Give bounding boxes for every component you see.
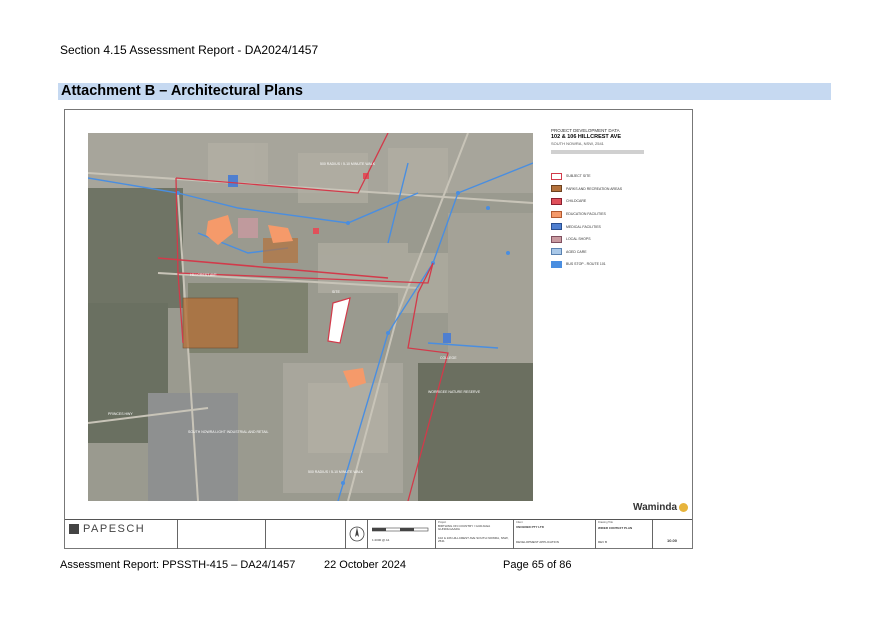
north-cell [345, 520, 368, 549]
legend-swatch [551, 172, 562, 180]
north-arrow-icon [349, 526, 365, 542]
legend-item: LOCAL SHOPS [551, 233, 676, 246]
drawing-number: 10.00 [667, 538, 678, 543]
scale-note: 1:2000 @ A1 [372, 538, 390, 542]
legend-swatch [551, 260, 562, 268]
brand-name: Waminda [633, 502, 678, 513]
project-cell: Project BIRTHING ON COUNTRY / GUDJAGA GU… [435, 520, 514, 549]
legend-label: CHILDCARE [566, 199, 587, 204]
legend-items: SUBJECT SITE PARKS AND RECREATION AREAS CH… [551, 170, 676, 271]
site-label: SITE [332, 290, 340, 294]
legend-label: SUBJECT SITE [566, 174, 591, 179]
notes-cell [265, 520, 346, 549]
architectural-plan-sheet: 500 RADIUS / 5-10 MINUTE WALK 500 RADIUS… [64, 109, 693, 549]
legend-label: MEDICAL FACILITIES [566, 224, 601, 229]
legend-label: PARKS AND RECREATION AREAS [566, 186, 623, 191]
company-logo: PAPESCH [69, 523, 145, 535]
footer-report-id: Assessment Report: PPSSTH-415 – DA24/145… [60, 559, 296, 571]
report-header: Section 4.15 Assessment Report - DA2024/… [60, 43, 319, 57]
reserve-label: WORRIGEE NATURE RESERVE [428, 390, 481, 394]
industrial-label: SOUTH NOWRA LIGHT INDUSTRIAL AND RETAIL [188, 430, 269, 434]
legend-item: EDUCATION FACILITIES [551, 208, 676, 221]
legend-item: SUBJECT SITE [551, 170, 676, 183]
client-name: UNCEDED PTY LTD [516, 525, 544, 529]
attachment-title: Attachment B – Architectural Plans [61, 83, 303, 99]
legend-label: BUS STOP - ROUTE 101 [566, 262, 606, 267]
drawing-number-cell: 10.00 [652, 520, 693, 549]
issue-status: DEVELOPMENT APPLICATION [516, 540, 559, 544]
legend-swatch [551, 210, 562, 218]
legend-location: SOUTH NOWRA, NSW, 2541 [551, 141, 604, 146]
college-label: COLLEGE [440, 356, 457, 360]
papesch-mark-icon [69, 524, 79, 535]
legend-item: PARKS AND RECREATION AREAS [551, 183, 676, 196]
drawing-title-label: Drawing Title [598, 521, 613, 524]
waminda-logo: Waminda [633, 502, 689, 513]
revision-table [177, 520, 266, 549]
footer-date: 22 October 2024 [324, 559, 406, 571]
legend-swatch [551, 197, 562, 205]
legend-label: LOCAL SHOPS [566, 237, 591, 242]
scale-bar-cell: 1:2000 @ A1 [367, 520, 436, 549]
highway-label: PRINCES HWY [108, 412, 133, 416]
aerial-map-graphic: 500 RADIUS / 5-10 MINUTE WALK 500 RADIUS… [88, 133, 533, 501]
project-address: 102 & 106 HILLCREST AVE SOUTH NOWRA, NSW… [438, 536, 509, 544]
legend-swatch [551, 185, 562, 193]
legend-swatch [551, 248, 562, 256]
issue-revision: REV B [598, 540, 608, 544]
walk-radius-label-bottom: 500 RADIUS / 5-10 MINUTE WALK [308, 470, 364, 474]
legend-swatch [551, 235, 562, 243]
drawing-title: WIDER CONTEXT PLAN [598, 526, 633, 530]
legend-label: AGED CARE [566, 249, 587, 254]
waminda-mark-icon [679, 502, 689, 512]
drawing-title-cell: Drawing Title WIDER CONTEXT PLAN REV B [595, 520, 653, 549]
legend-label: EDUCATION FACILITIES [566, 212, 606, 217]
scale-bar-icon [372, 527, 429, 532]
legend-divider [551, 150, 644, 154]
legend-item: MEDICAL FACILITIES [551, 220, 676, 233]
street-label-hillcrest: HILLCREST AVE [190, 273, 217, 277]
company-name: PAPESCH [83, 523, 146, 535]
client-label: Client [516, 521, 523, 524]
legend-item: AGED CARE [551, 246, 676, 259]
legend-site-title: 102 & 106 HILLCREST AVE [551, 134, 621, 140]
walk-radius-label-top: 500 RADIUS / 5-10 MINUTE WALK [320, 162, 376, 166]
context-map: 500 RADIUS / 5-10 MINUTE WALK 500 RADIUS… [88, 133, 533, 501]
legend-item: CHILDCARE [551, 195, 676, 208]
title-block: PAPESCH 1:2000 @ A1 Project BIRTHING ON … [65, 519, 692, 549]
client-cell: Client UNCEDED PTY LTD DEVELOPMENT APPLI… [513, 520, 596, 549]
attachment-heading-bar: Attachment B – Architectural Plans [58, 83, 831, 100]
legend-heading: PROJECT DEVELOPMENT DATA [551, 128, 620, 133]
project-name: BIRTHING ON COUNTRY / GUDJAGA GUNDILGAAR… [438, 524, 491, 532]
footer-page-number: Page 65 of 86 [503, 559, 572, 571]
legend-panel: PROJECT DEVELOPMENT DATA 102 & 106 HILLC… [551, 128, 676, 271]
legend-swatch [551, 223, 562, 231]
legend-item: BUS STOP - ROUTE 101 [551, 258, 676, 271]
